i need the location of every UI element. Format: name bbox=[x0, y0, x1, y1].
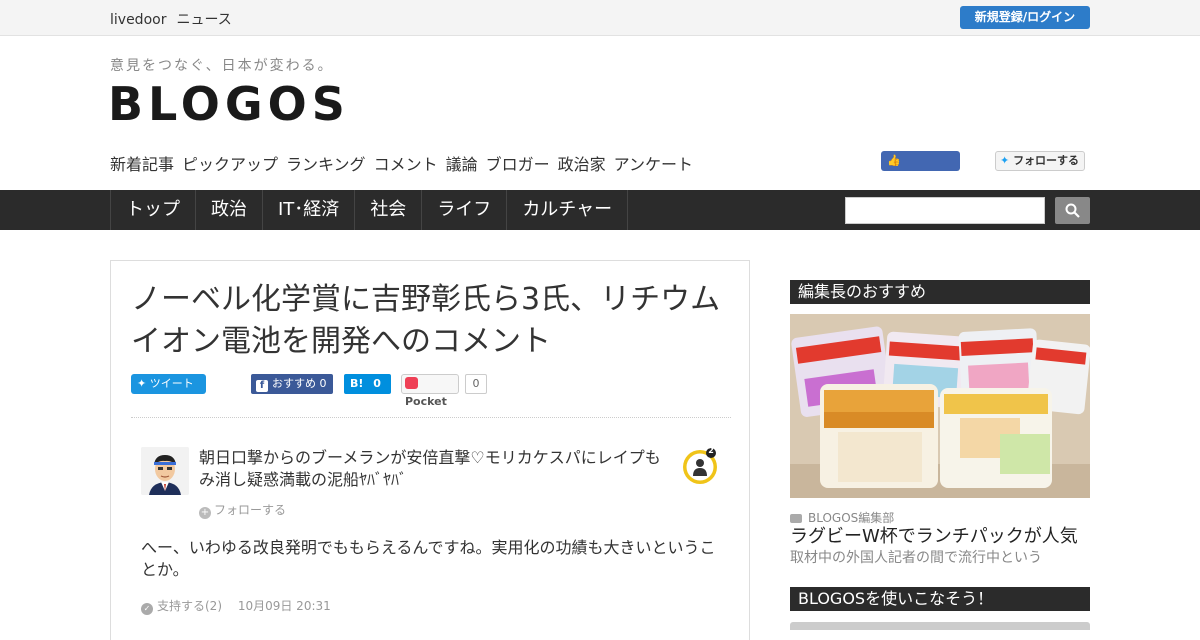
twitter-follow-button[interactable]: ✦ フォローする bbox=[995, 151, 1085, 171]
avatar[interactable] bbox=[141, 447, 189, 495]
nav-it-economy[interactable]: IT･経済 bbox=[263, 190, 356, 230]
subnav-pickup[interactable]: ピックアップ bbox=[182, 155, 278, 174]
subnav-bloggers[interactable]: ブロガー bbox=[486, 155, 550, 174]
how-to-use-banner[interactable] bbox=[790, 622, 1090, 630]
register-login-button[interactable]: 新規登録/ログイン bbox=[960, 6, 1090, 29]
sub-navigation: 新着記事 ピックアップ ランキング コメント 議論 ブロガー 政治家 アンケート bbox=[110, 151, 701, 175]
livedoor-news-brand[interactable]: livedoor ニュース bbox=[110, 9, 242, 29]
rank-badge: 2 bbox=[681, 446, 719, 485]
search-icon bbox=[1065, 203, 1080, 218]
search-button[interactable] bbox=[1055, 197, 1090, 224]
twitter-bird-icon: ✦ bbox=[1000, 154, 1010, 167]
hatena-count: 0 bbox=[373, 377, 381, 390]
facebook-recommend-button[interactable]: f おすすめ 0 bbox=[251, 374, 333, 394]
feature-subtitle: 取材中の外国人記者の間で流行中という bbox=[790, 550, 1042, 566]
tw-follow-label: フォローする bbox=[1013, 154, 1080, 167]
follow-label: フォローする bbox=[214, 503, 287, 517]
comment-author-name[interactable]: 朝日口撃からのブーメランが安倍直撃♡モリカケスパにレイプもみ消し疑惑満載の泥船ﾔ… bbox=[199, 447, 669, 491]
avatar-illustration-icon bbox=[141, 447, 189, 495]
rank-number: 2 bbox=[708, 446, 714, 455]
pocket-icon bbox=[405, 377, 418, 389]
pocket-label: Pocket bbox=[405, 395, 447, 408]
fb-recommend-label: おすすめ bbox=[272, 377, 316, 390]
thumbs-up-icon: 👍 bbox=[887, 154, 901, 167]
subnav-new-articles[interactable]: 新着記事 bbox=[110, 155, 174, 174]
subnav-survey[interactable]: アンケート bbox=[614, 155, 693, 174]
follow-author-link[interactable]: + フォローする bbox=[199, 501, 286, 519]
fb-recommend-count: 0 bbox=[319, 377, 327, 390]
site-tagline: 意見をつなぐ、日本が変わる。 bbox=[110, 58, 334, 74]
blogos-logo[interactable]: BLOGOS bbox=[108, 76, 350, 132]
how-to-use-heading: BLOGOSを使いこなそう！ bbox=[790, 587, 1090, 611]
facebook-like-button[interactable]: 👍 Like 132K bbox=[881, 151, 960, 187]
nav-top[interactable]: トップ bbox=[111, 190, 196, 230]
plus-icon: + bbox=[199, 507, 211, 519]
tweet-label: ツイート bbox=[149, 377, 194, 390]
feature-title[interactable]: ラグビーW杯でランチパックが人気 bbox=[790, 526, 1078, 548]
pocket-button[interactable]: Pocket bbox=[401, 374, 459, 408]
fb-like-count: 132K bbox=[915, 174, 944, 187]
subnav-comments[interactable]: コメント bbox=[374, 155, 438, 174]
search-input[interactable] bbox=[845, 197, 1045, 224]
check-icon: ✓ bbox=[141, 603, 153, 615]
hatena-bookmark-button[interactable]: B! 0 bbox=[344, 374, 391, 394]
comment-date: 10月09日 20:31 bbox=[237, 599, 331, 613]
nav-culture[interactable]: カルチャー bbox=[507, 190, 629, 230]
support-button[interactable]: 支持する(2) bbox=[157, 599, 222, 613]
feature-source-label: BLOGOS編集部 bbox=[808, 511, 895, 525]
subnav-ranking[interactable]: ランキング bbox=[286, 155, 366, 174]
fb-like-label: Like bbox=[887, 174, 913, 187]
camera-icon bbox=[790, 514, 802, 523]
top-bar: livedoor ニュース 新規登録/ログイン bbox=[0, 0, 1200, 36]
divider bbox=[131, 417, 731, 418]
comment-meta: ✓ 支持する(2) 10月09日 20:31 bbox=[141, 597, 331, 615]
pocket-count: 0 bbox=[465, 374, 487, 394]
article-title: ノーベル化学賞に吉野彰氏ら3氏、リチウムイオン電池を開発へのコメント bbox=[131, 282, 721, 359]
nav-life[interactable]: ライフ bbox=[422, 190, 508, 230]
subnav-discussion[interactable]: 議論 bbox=[446, 155, 478, 174]
nav-society[interactable]: 社会 bbox=[355, 190, 423, 230]
hatena-icon: B! bbox=[350, 377, 364, 390]
twitter-bird-icon: ✦ bbox=[137, 377, 147, 390]
lunch-pack-photo bbox=[790, 314, 1090, 498]
article-panel: ノーベル化学賞に吉野彰氏ら3氏、リチウムイオン電池を開発へのコメント ✦ ツイー… bbox=[110, 260, 750, 640]
brand-livedoor: livedoor bbox=[110, 12, 167, 28]
facebook-icon: f bbox=[256, 380, 268, 392]
feature-image[interactable] bbox=[790, 314, 1090, 498]
tweet-button[interactable]: ✦ ツイート bbox=[131, 374, 206, 394]
feature-source: BLOGOS編集部 bbox=[790, 509, 894, 526]
editor-picks-heading: 編集長のおすすめ bbox=[790, 280, 1090, 304]
comment-body: へー、いわゆる改良発明でももらえるんですね。実用化の功績も大きいということか。 bbox=[141, 538, 716, 579]
subnav-politicians[interactable]: 政治家 bbox=[558, 155, 606, 174]
brand-news: ニュース bbox=[176, 12, 232, 28]
nav-politics[interactable]: 政治 bbox=[196, 190, 263, 230]
